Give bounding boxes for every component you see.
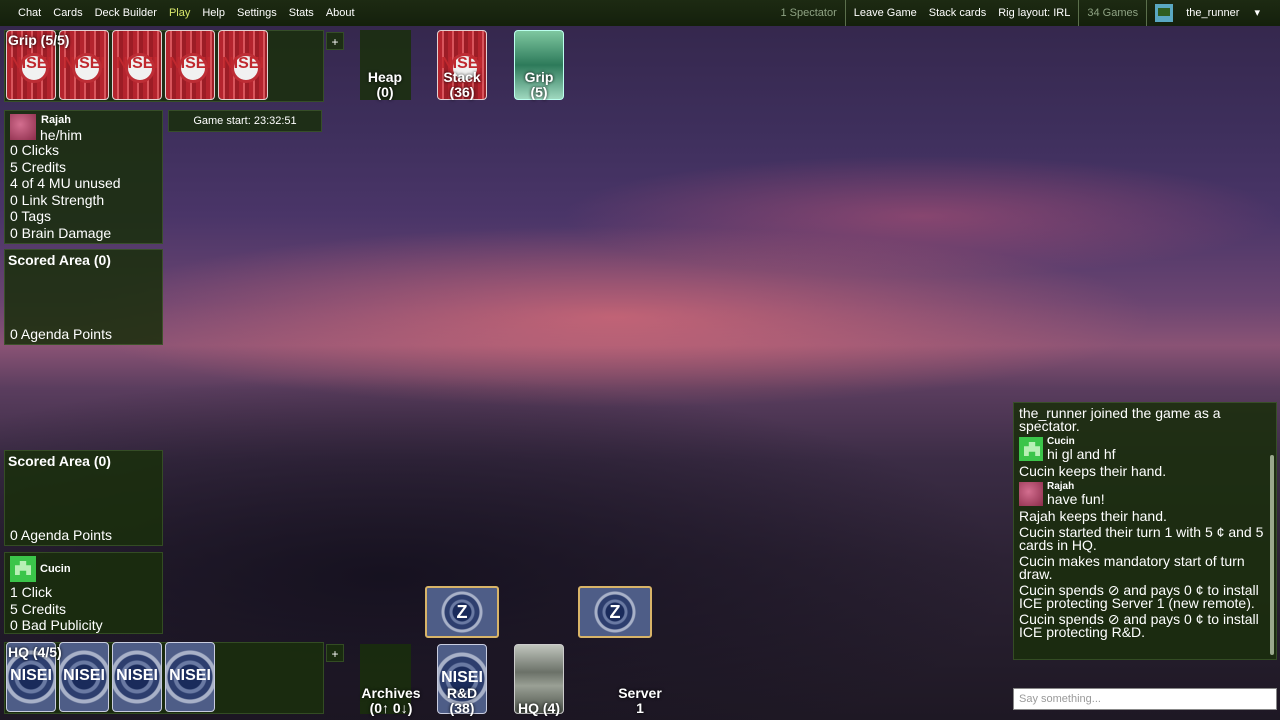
chat-message: Rajah keeps their hand.	[1019, 507, 1167, 524]
server-1-label: Server 1	[618, 685, 662, 716]
ice-rd[interactable]: Z	[425, 586, 499, 638]
corp-agenda-points: 0 Agenda Points	[10, 527, 112, 543]
stack-cards-button[interactable]: Stack cards	[923, 7, 992, 19]
corp-scored-title: Scored Area (0)	[8, 453, 111, 469]
chat-input[interactable]	[1013, 688, 1277, 710]
runner-agenda-points: 0 Agenda Points	[10, 326, 112, 342]
nav-deck-builder[interactable]: Deck Builder	[89, 7, 163, 19]
nisei-logo-icon: NISEI	[441, 55, 483, 72]
hq-card[interactable]: NISEI	[112, 642, 162, 712]
chat-message: Cucin started their turn 1 with 5 ¢ and …	[1019, 524, 1264, 553]
nisei-logo-icon: NISEI	[222, 55, 264, 72]
chat-log[interactable]: the_runner joined the game as a spectato…	[1013, 402, 1277, 660]
nisei-logo-icon: NISEI	[116, 55, 158, 72]
runner-credits: 5 Credits	[10, 158, 67, 175]
cucin-avatar	[1019, 437, 1043, 461]
hq-card[interactable]: NISEI	[165, 642, 215, 712]
nisei-logo-icon: Z	[456, 602, 468, 622]
top-nav: Chat Cards Deck Builder Play Help Settin…	[0, 0, 1280, 26]
chat-message: Cucin keeps their hand.	[1019, 462, 1167, 479]
nav-play[interactable]: Play	[163, 7, 196, 19]
chevron-down-icon: ▾	[1254, 6, 1260, 19]
hq-title: HQ (4/5)	[8, 644, 62, 660]
runner-brain-damage: 0 Brain Damage	[10, 224, 112, 241]
chat-text: hi gl and hf	[1047, 446, 1116, 462]
divider	[1146, 0, 1148, 26]
nav-cards[interactable]: Cards	[47, 7, 88, 19]
runner-scored-title: Scored Area (0)	[8, 252, 111, 268]
chat-text: have fun!	[1047, 491, 1105, 507]
hq-card[interactable]: NISEI	[59, 642, 109, 712]
divider	[844, 0, 846, 26]
cucin-avatar	[10, 556, 36, 582]
divider	[1078, 0, 1080, 26]
games-count[interactable]: 34 Games	[1081, 7, 1144, 19]
nisei-logo-icon: NISEI	[10, 667, 52, 684]
chat-user-message: Rajah have fun!	[1019, 481, 1271, 506]
grip-card[interactable]: NISEI	[112, 30, 162, 100]
game-start-time: Game start: 23:32:51	[168, 110, 322, 132]
nav-stats[interactable]: Stats	[283, 7, 320, 19]
user-avatar-icon	[1155, 4, 1174, 22]
chat-scrollbar[interactable]	[1270, 455, 1274, 655]
grip-card[interactable]: NISEI	[218, 30, 268, 100]
corp-bad-publicity: 0 Bad Publicity	[10, 617, 103, 634]
runner-pronouns: he/him	[40, 127, 83, 143]
user-menu[interactable]: the_runner ▾	[1149, 4, 1272, 22]
spectator-count[interactable]: 1 Spectator	[775, 7, 843, 19]
nisei-logo-icon: NISEI	[63, 55, 105, 72]
nav-settings[interactable]: Settings	[231, 7, 283, 19]
rig-layout-button[interactable]: Rig layout: IRL	[992, 7, 1076, 19]
runner-tags: 0 Tags	[10, 208, 51, 225]
grip-title: Grip (5/5)	[8, 32, 70, 48]
nisei-logo-icon: NISEI	[169, 667, 211, 684]
nav-about[interactable]: About	[320, 7, 361, 19]
heap-label: Heap (0)	[367, 69, 403, 100]
grip-card[interactable]: NISEI	[165, 30, 215, 100]
runner-clicks: 0 Clicks	[10, 142, 60, 158]
runner-name: Rajah	[41, 114, 71, 126]
chat-message: the_runner joined the game as a spectato…	[1019, 405, 1221, 434]
leave-game-button[interactable]: Leave Game	[848, 7, 923, 19]
nav-chat[interactable]: Chat	[12, 7, 47, 19]
runner-mu: 4 of 4 MU unused	[10, 175, 121, 192]
chat-message: Cucin makes mandatory start of turn draw…	[1019, 553, 1245, 582]
nisei-logo-icon: NISEI	[116, 667, 158, 684]
hq-pile-label: HQ (4)	[518, 700, 560, 716]
ice-server-1[interactable]: Z	[578, 586, 652, 638]
rajah-avatar	[1019, 482, 1043, 506]
nisei-logo-icon: NISEI	[169, 55, 211, 72]
username: the_runner	[1186, 6, 1240, 19]
corp-name: Cucin	[40, 563, 71, 575]
rd-label: R&D (38)	[446, 685, 478, 716]
nav-help[interactable]: Help	[196, 7, 231, 19]
nisei-logo-icon: NISEI	[63, 667, 105, 684]
nisei-logo-icon: Z	[609, 602, 621, 622]
rajah-avatar	[10, 114, 36, 140]
corp-credits: 5 Credits	[10, 600, 67, 617]
chat-user-message: Cucin hi gl and hf	[1019, 436, 1271, 461]
chat-message: Cucin spends ⊘ and pays 0 ¢ to install I…	[1019, 582, 1259, 611]
grip-expand-button[interactable]: +	[326, 32, 344, 50]
corp-clicks: 1 Click	[10, 584, 53, 600]
stack-label: Stack (36)	[443, 69, 481, 100]
grip-pile-label: Grip (5)	[524, 69, 554, 100]
chat-message: Cucin spends ⊘ and pays 0 ¢ to install I…	[1019, 611, 1259, 640]
nisei-logo-icon: NISEI	[10, 55, 52, 72]
nisei-logo-icon: NISEI	[441, 669, 483, 686]
archives-label: Archives (0↑ 0↓)	[361, 685, 421, 716]
runner-link: 0 Link Strength	[10, 191, 105, 208]
hq-expand-button[interactable]: +	[326, 644, 344, 662]
